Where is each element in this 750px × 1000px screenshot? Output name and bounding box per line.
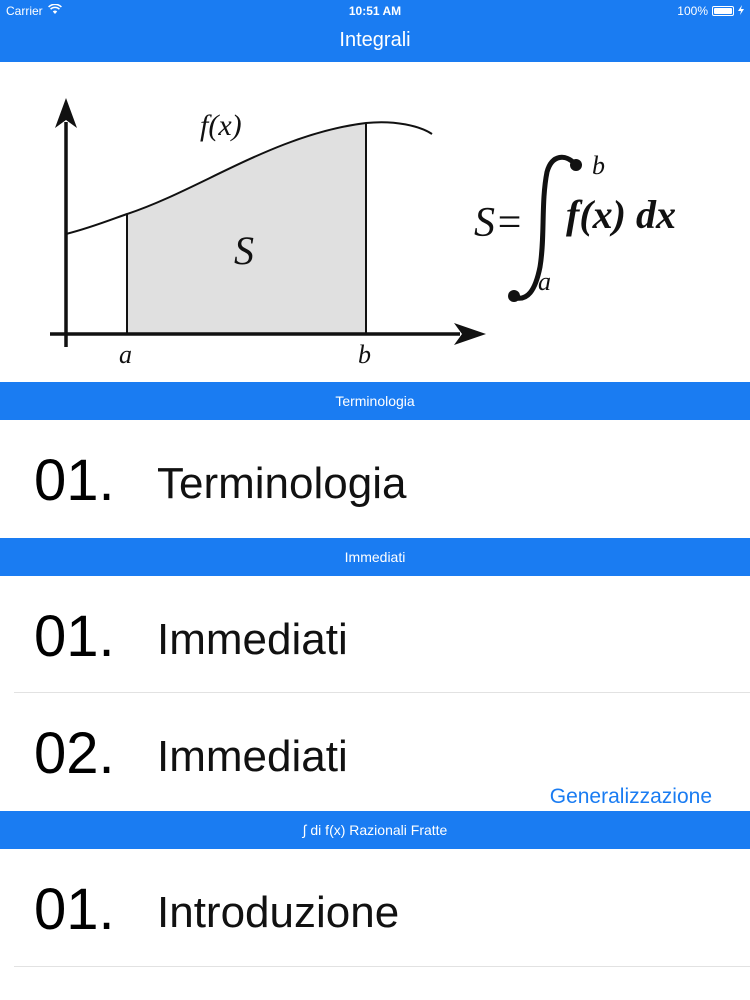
bound-label-b: b [358,340,371,369]
battery-percent: 100% [677,4,708,18]
row-separator [14,966,750,967]
status-right: 100% [677,4,744,18]
integral-diagram: f(x) S a b S= b a f(x) dx [50,98,676,369]
row-title: Immediati [157,732,348,781]
formula-lhs: S= [474,200,523,246]
function-label: f(x) [200,109,242,142]
status-time: 10:51 AM [348,4,402,18]
row-subtitle: Generalizzazione [549,785,712,808]
section-header-terminologia: Terminologia [0,382,750,420]
page-title: Integrali [339,29,411,51]
navigation-bar: Integrali [0,22,750,62]
formula-upper-bound: b [592,151,605,180]
bound-label-a: a [119,340,132,369]
formula-integrand: f(x) dx [566,192,676,237]
area-label: S [234,228,254,273]
battery-level [714,8,732,14]
row-title: Introduzione [157,888,400,937]
row-number: 01. [34,877,115,942]
row-number: 02. [34,721,115,786]
status-bar: Carrier 10:51 AM 100% [0,0,750,22]
list-item-immediati-01[interactable]: 01. Immediati [0,576,750,692]
list-item-immediati-02[interactable]: 02. Immediati Generalizzazione [0,693,750,809]
charging-icon [738,4,744,18]
list-item-introduzione-01[interactable]: 01. Introduzione [0,849,750,965]
integral-illustration: f(x) S a b S= b a f(x) dx [0,62,750,380]
row-number: 01. [34,448,115,513]
list-item-terminologia-01[interactable]: 01. Terminologia [0,420,750,536]
battery-icon [712,6,734,16]
formula-lower-bound: a [538,267,551,296]
section-header-razionali-fratte: ∫ di f(x) Razionali Fratte [0,811,750,849]
row-title: Immediati [157,615,348,664]
row-number: 01. [34,604,115,669]
section-header-immediati: Immediati [0,538,750,576]
row-title: Terminologia [157,459,407,508]
